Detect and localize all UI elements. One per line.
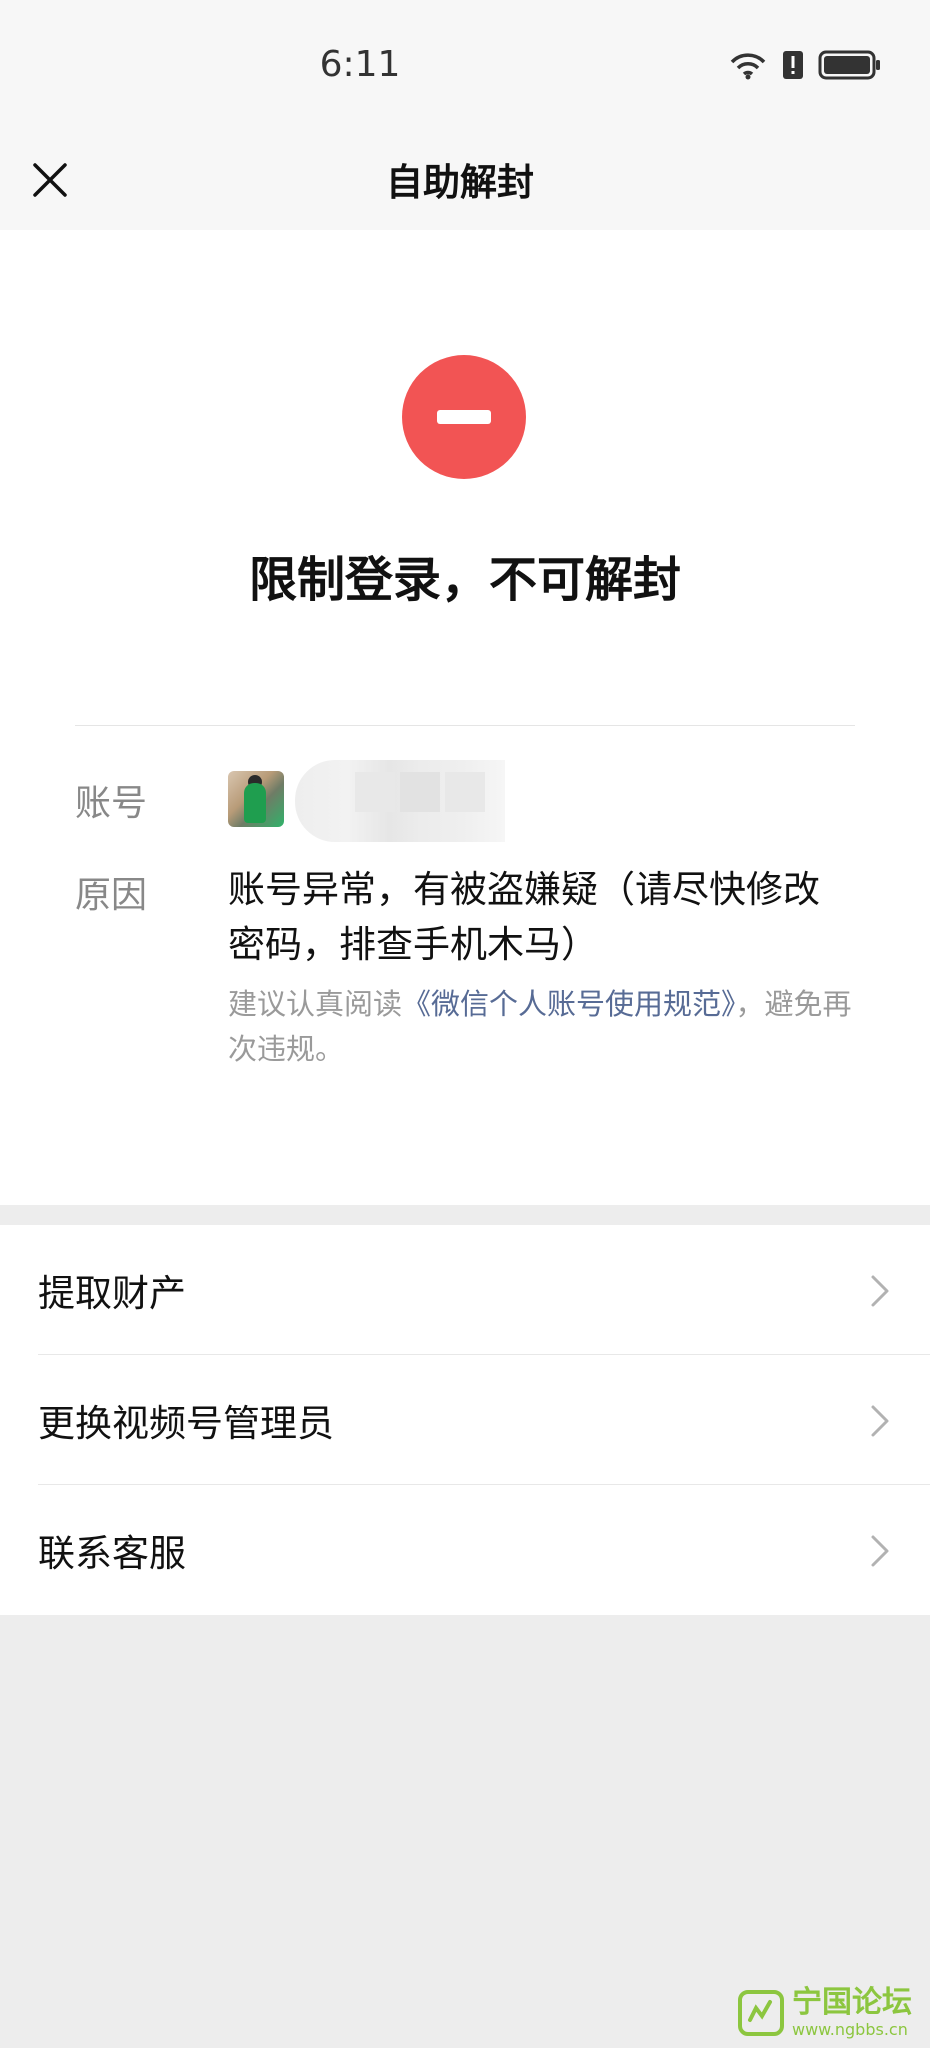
battery-icon	[818, 50, 882, 84]
watermark-title: 宁国论坛	[792, 1985, 912, 2020]
status-title: 限制登录，不可解封	[248, 552, 681, 608]
change-channels-admin-item[interactable]: 更换视频号管理员	[0, 1355, 930, 1485]
phone-screen: 6:11 自助解封 限制登录，不可解封 账号 原因 账号异常，有被盗嫌疑（请尽快…	[0, 0, 930, 2048]
chevron-right-icon	[871, 1405, 889, 1437]
chevron-right-icon	[871, 1535, 889, 1567]
masked-account-name	[295, 760, 505, 842]
action-label: 更换视频号管理员	[38, 1402, 334, 1445]
status-time: 6:11	[319, 44, 401, 85]
action-list: 提取财产 更换视频号管理员 联系客服	[0, 1225, 930, 1615]
advice-prefix: 建议认真阅读	[228, 987, 403, 1021]
nav-bar: 自助解封	[0, 130, 930, 230]
divider	[75, 725, 855, 726]
chevron-right-icon	[871, 1275, 889, 1307]
withdraw-assets-item[interactable]: 提取财产	[0, 1225, 930, 1355]
avatar	[228, 771, 284, 827]
watermark-logo-icon	[738, 1990, 784, 2036]
alert-icon	[782, 50, 804, 84]
minus-bar	[437, 410, 491, 424]
advice-text: 建议认真阅读《微信个人账号使用规范》，避免再次违规。	[228, 982, 858, 1072]
reason-label: 原因	[75, 875, 148, 916]
account-label: 账号	[75, 783, 148, 824]
rules-link[interactable]: 《微信个人账号使用规范》	[402, 987, 736, 1021]
contact-support-item[interactable]: 联系客服	[0, 1485, 930, 1615]
action-label: 联系客服	[38, 1532, 186, 1575]
reason-text: 账号异常，有被盗嫌疑（请尽快修改密码，排查手机木马）	[228, 868, 820, 966]
status-icons	[728, 50, 882, 84]
wifi-icon	[728, 50, 768, 84]
action-label: 提取财产	[38, 1272, 186, 1315]
status-bar: 6:11	[0, 0, 930, 130]
status-card: 限制登录，不可解封 账号 原因 账号异常，有被盗嫌疑（请尽快修改密码，排查手机木…	[0, 230, 930, 1205]
minus-circle-icon	[402, 355, 526, 479]
watermark: 宁国论坛 www.ngbbs.cn	[738, 1988, 912, 2038]
page-title: 自助解封	[386, 161, 534, 204]
watermark-url: www.ngbbs.cn	[792, 2020, 908, 2039]
